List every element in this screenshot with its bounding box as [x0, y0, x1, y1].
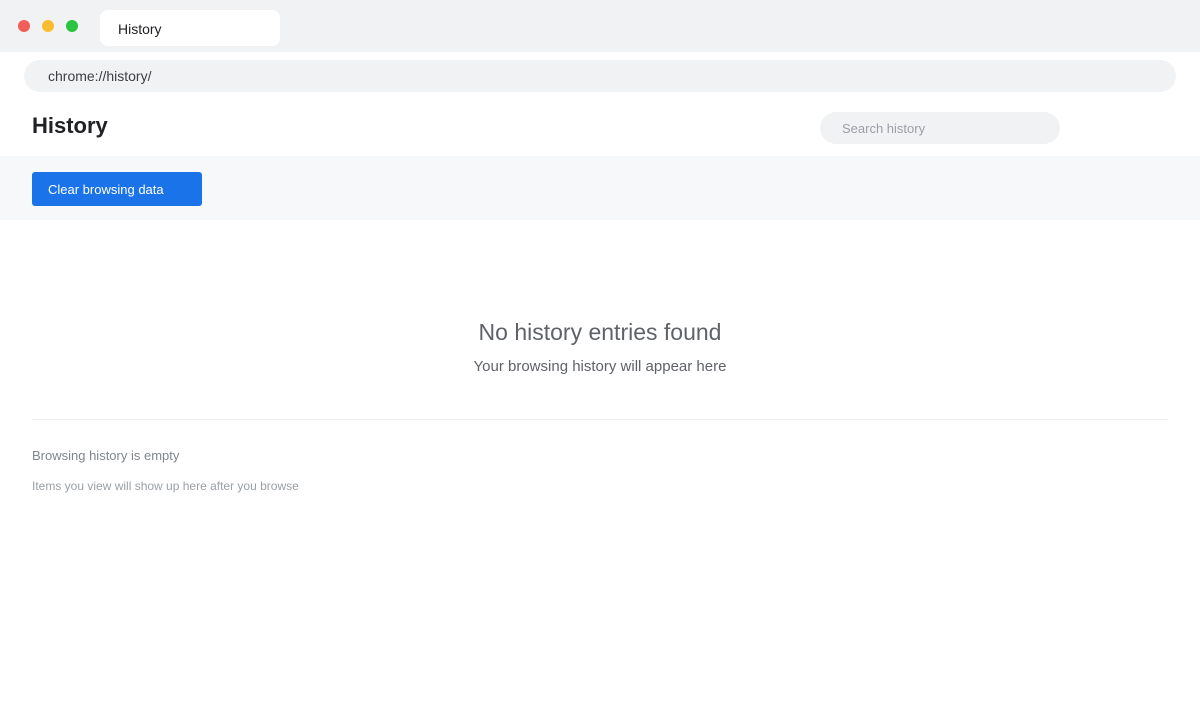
title-bar: History: [0, 0, 1200, 52]
action-band: Clear browsing data: [0, 156, 1200, 220]
address-bar-url: chrome://history/: [48, 68, 152, 84]
minimize-window-icon[interactable]: [42, 20, 54, 32]
clear-browsing-data-button[interactable]: Clear browsing data: [32, 172, 202, 206]
footer-note-detail: Items you view will show up here after y…: [32, 479, 299, 493]
close-window-icon[interactable]: [18, 20, 30, 32]
empty-state-title: No history entries found: [478, 319, 722, 345]
divider: [32, 419, 1168, 420]
empty-state-subtitle: Your browsing history will appear here: [473, 358, 727, 375]
footer-note-title: Browsing history is empty: [32, 448, 180, 463]
address-bar[interactable]: chrome://history/: [24, 60, 1176, 92]
toolbar: chrome://history/: [0, 52, 1200, 100]
tab-title: History: [118, 21, 162, 37]
tab-history[interactable]: History: [100, 10, 280, 46]
search-input[interactable]: [820, 112, 1060, 144]
page-title: History: [32, 113, 108, 138]
maximize-window-icon[interactable]: [66, 20, 78, 32]
